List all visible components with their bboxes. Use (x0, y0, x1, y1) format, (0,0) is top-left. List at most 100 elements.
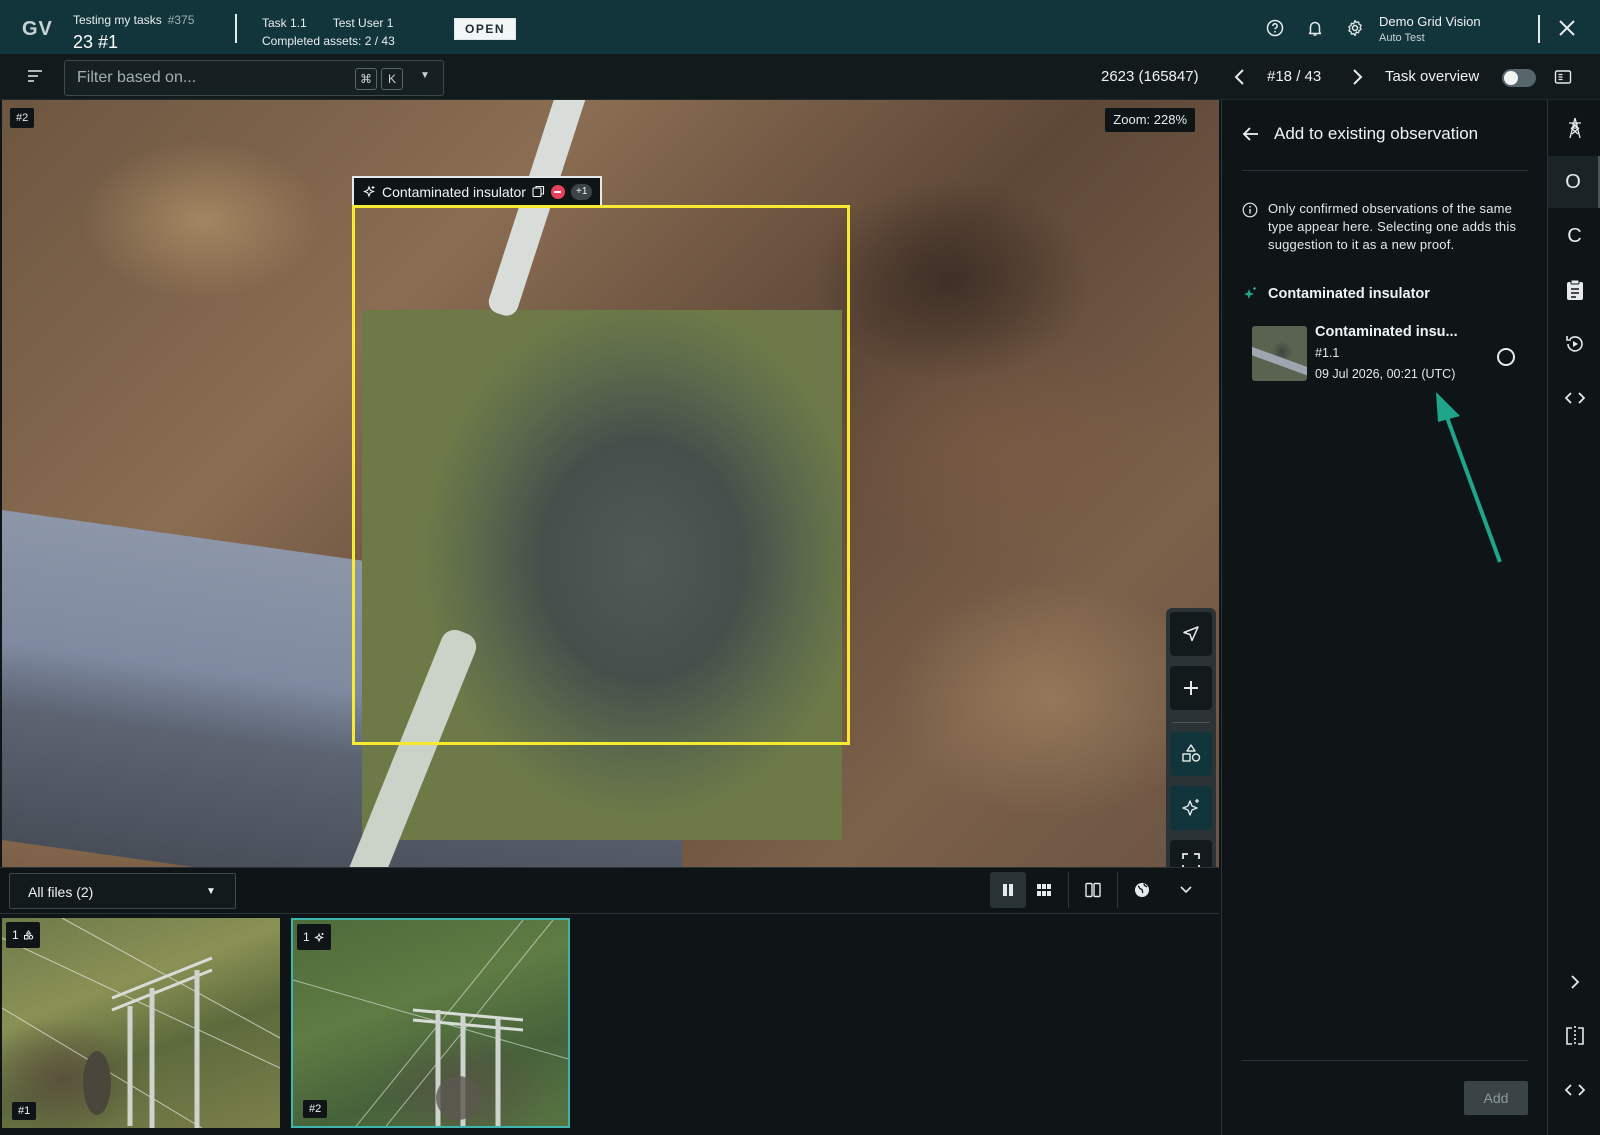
observation-title: Contaminated insu... (1315, 324, 1458, 340)
power-pole-illustration (2, 918, 280, 1128)
rail-code-bottom-button[interactable] (1548, 1064, 1600, 1116)
observation-radio[interactable] (1497, 348, 1515, 366)
divider (1117, 872, 1118, 908)
thumbnail-count-value: 1 (303, 930, 310, 944)
status-badge: OPEN (454, 18, 516, 40)
extra-count-badge[interactable]: +1 (570, 183, 593, 200)
thumbnail-count-value: 1 (12, 928, 19, 942)
divider (235, 14, 237, 43)
shapes-tool-button[interactable] (1170, 732, 1212, 776)
file-thumbnail-1[interactable]: 1 #1 (2, 918, 280, 1128)
sparkle-icon (1244, 287, 1256, 299)
observation-type-header: Contaminated insulator (1242, 286, 1430, 302)
tool-palette (1166, 608, 1216, 867)
observation-date: 09 Jul 2026, 00:21 (UTC) (1315, 367, 1456, 381)
plus-icon (1184, 681, 1198, 695)
list-view-button[interactable] (990, 872, 1026, 908)
panel-header: Add to existing observation (1242, 124, 1478, 144)
image-viewer[interactable]: Contaminated insulator +1 #2 Zoom: 228% (2, 100, 1219, 867)
sort-menu-icon[interactable] (27, 69, 43, 88)
cursor-icon (1183, 626, 1199, 642)
grid-icon (1037, 884, 1051, 896)
file-thumbnail-2[interactable]: 1 #2 (291, 918, 570, 1128)
thumbnail-label: #2 (303, 1100, 328, 1118)
rail-components-button[interactable]: C (1548, 210, 1600, 262)
files-strip: All files (2) ▼ 1 #1 1 #2 (0, 867, 1219, 1135)
asset-pager: #18 / 43 (1267, 68, 1322, 85)
collapse-strip-button[interactable] (1168, 872, 1204, 908)
thumbnail-label: #1 (12, 1102, 37, 1120)
copy-icon[interactable] (532, 185, 545, 198)
project-info: Testing my tasks #375 23 #1 (73, 11, 194, 53)
bell-icon[interactable] (1295, 17, 1335, 39)
rail-clipboard-button[interactable] (1548, 264, 1600, 316)
map-view-button[interactable] (1124, 872, 1160, 908)
grid-view-button[interactable] (1026, 872, 1062, 908)
info-icon (1242, 202, 1258, 218)
observation-panel: Add to existing observation Only confirm… (1221, 100, 1547, 1135)
close-icon[interactable] (1556, 17, 1578, 39)
history-play-icon (1565, 336, 1583, 352)
columns-icon (1003, 884, 1013, 896)
filter-box: ⌘ K ▼ (64, 60, 444, 96)
task-overview-toggle[interactable] (1502, 69, 1536, 87)
shapes-icon (1182, 744, 1201, 762)
gear-icon[interactable] (1335, 17, 1375, 39)
ai-suggest-button[interactable] (1170, 786, 1212, 830)
divider (0, 913, 1219, 914)
add-tool-button[interactable] (1170, 666, 1212, 710)
asset-id: 2623 (165847) (1101, 68, 1199, 85)
clipboard-icon (1566, 279, 1583, 300)
code-icon (1564, 392, 1585, 404)
image-number: #2 (10, 108, 35, 128)
shapes-icon (23, 929, 33, 939)
sparkle-icon (313, 932, 324, 942)
reject-icon[interactable] (550, 184, 565, 199)
completed-assets: Completed assets: 2 / 43 (262, 34, 395, 48)
org-name: Demo Grid Vision (1379, 14, 1481, 29)
divider (1068, 872, 1069, 908)
help-icon[interactable] (1255, 17, 1295, 39)
chevron-down-icon (1180, 886, 1192, 894)
filter-input[interactable] (77, 68, 337, 88)
view-options (990, 872, 1204, 908)
project-asset: 23 #1 (73, 32, 119, 52)
next-asset-button[interactable] (1350, 67, 1364, 92)
compare-view-button[interactable] (1075, 872, 1111, 908)
app-logo[interactable]: GV (22, 18, 53, 41)
observation-type: Contaminated insulator (1268, 286, 1430, 302)
previous-asset-button[interactable] (1233, 67, 1247, 92)
globe-icon (1135, 883, 1149, 897)
task-overview-label: Task overview (1385, 68, 1480, 85)
callout-arrow-icon (1436, 392, 1502, 563)
divider (1172, 722, 1210, 723)
fullscreen-icon (1182, 853, 1200, 867)
back-arrow-icon[interactable] (1242, 126, 1260, 142)
rail-split-button[interactable] (1548, 1010, 1600, 1062)
annotation-box[interactable] (352, 205, 850, 745)
rail-code-button[interactable] (1548, 372, 1600, 424)
toolbar: ⌘ K ▼ 2623 (165847) #18 / 43 Task overvi… (0, 54, 1600, 100)
info-text: Only confirmed observations of the same … (1268, 201, 1517, 252)
toggle-knob (1504, 71, 1518, 85)
divider (1538, 15, 1540, 43)
right-rail: O C (1547, 100, 1600, 1135)
observation-id: #1.1 (1315, 346, 1340, 360)
panel-title: Add to existing observation (1274, 124, 1479, 143)
observation-thumbnail (1252, 326, 1307, 381)
select-tool-button[interactable] (1170, 612, 1212, 656)
split-icon (1085, 882, 1101, 898)
annotation-label[interactable]: Contaminated insulator +1 (352, 176, 603, 205)
rail-expand-button[interactable] (1548, 956, 1600, 1008)
rail-history-button[interactable] (1548, 318, 1600, 370)
project-id: #375 (167, 13, 195, 27)
files-selector[interactable]: All files (2) ▼ (9, 873, 236, 909)
chevron-down-icon[interactable]: ▼ (420, 70, 430, 81)
fullscreen-button[interactable] (1170, 840, 1212, 867)
panel-layout-icon[interactable] (1554, 69, 1572, 90)
rail-observations-button[interactable]: O (1548, 156, 1600, 208)
add-button[interactable]: Add (1464, 1081, 1528, 1115)
account-menu[interactable]: Demo Grid Vision Auto Test (1379, 14, 1481, 44)
rail-assets-button[interactable] (1548, 102, 1600, 154)
split-view-icon (1565, 1026, 1584, 1046)
